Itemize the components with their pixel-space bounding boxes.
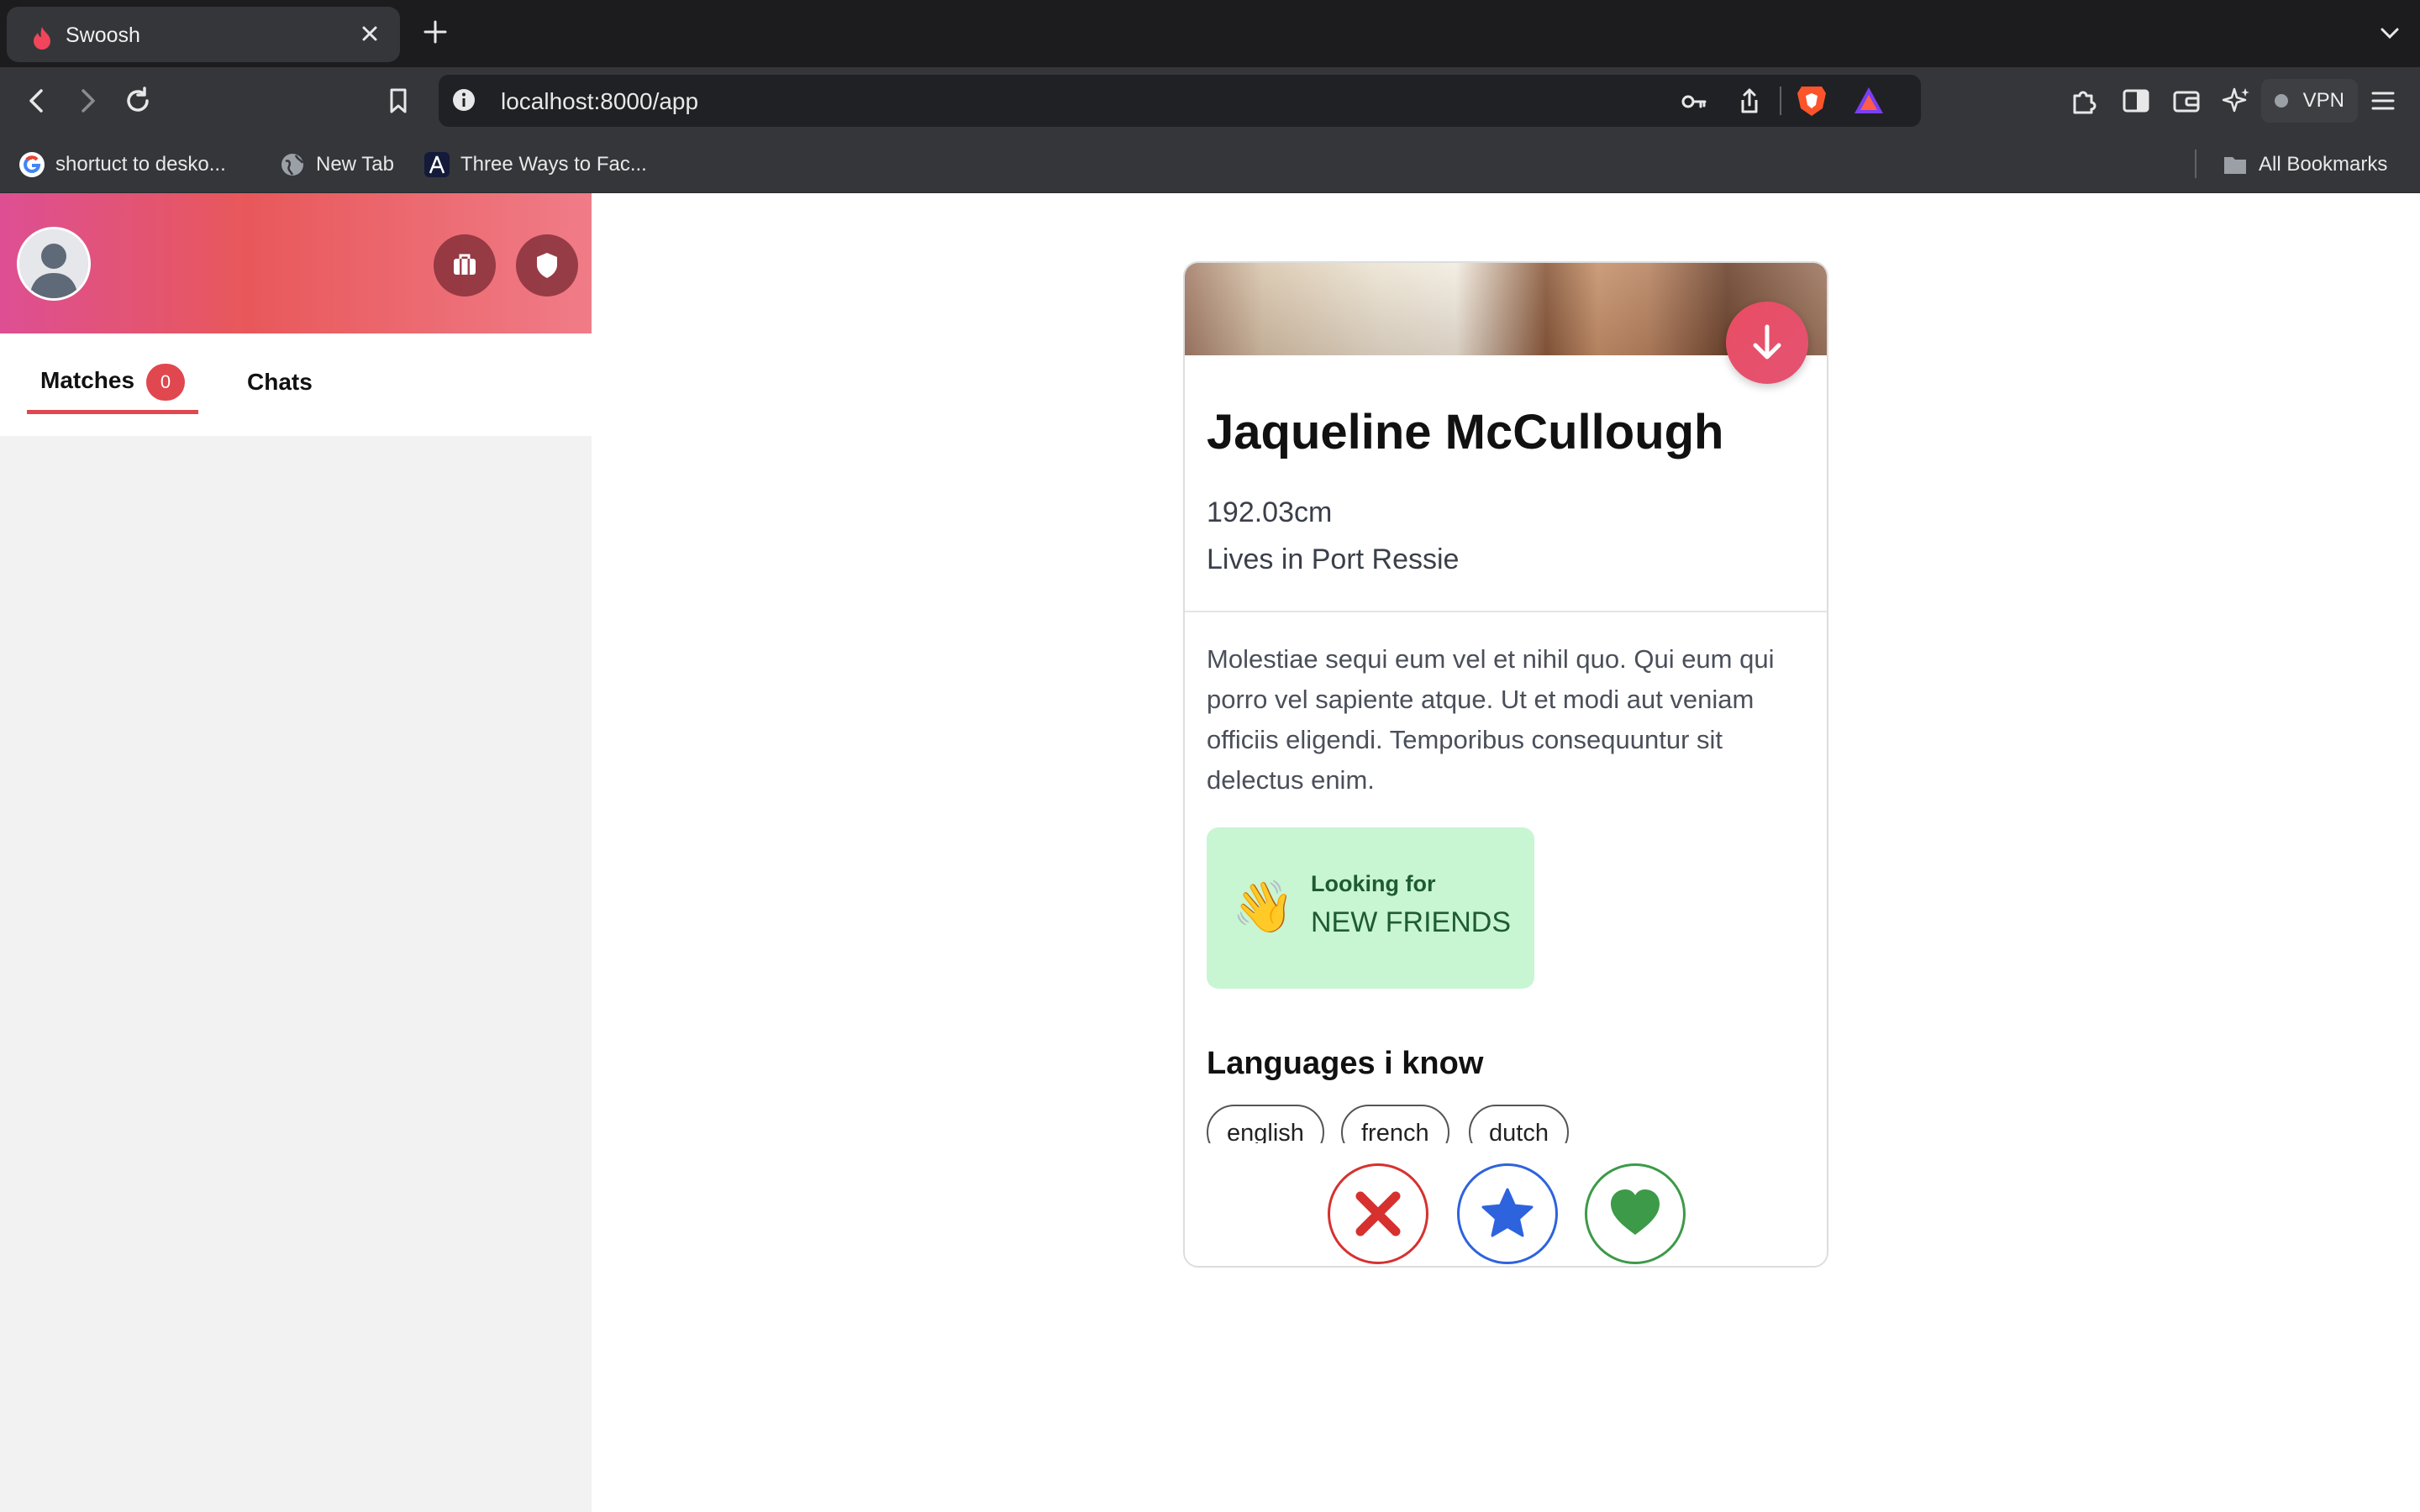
x-icon — [1355, 1191, 1401, 1236]
menu-icon[interactable] — [2366, 84, 2400, 118]
vpn-label: VPN — [2302, 89, 2344, 112]
address-bar[interactable]: localhost:8000/app — [439, 75, 1921, 127]
globe-icon — [281, 154, 304, 176]
bookmark-label: New Tab — [316, 153, 394, 176]
back-icon[interactable] — [20, 84, 54, 118]
bookmark-label: Three Ways to Fac... — [460, 153, 647, 176]
like-button[interactable] — [1585, 1163, 1686, 1264]
avatar[interactable] — [17, 227, 91, 301]
sidebar: Matches 0 Chats — [0, 193, 592, 1512]
divider — [1185, 611, 1827, 612]
new-tab-icon[interactable] — [420, 17, 450, 47]
bookmark-item[interactable]: Three Ways to Fac... — [424, 150, 647, 180]
browser-toolbar: localhost:8000/app VPN — [0, 67, 2420, 134]
swipe-actions — [1185, 1143, 1827, 1266]
all-bookmarks-label: All Bookmarks — [2259, 153, 2388, 176]
profile-name: Jaqueline McCullough — [1207, 405, 1724, 459]
sidebar-header — [0, 193, 592, 333]
safety-button[interactable] — [516, 234, 578, 297]
extensions-icon[interactable] — [2067, 84, 2101, 118]
dislike-button[interactable] — [1328, 1163, 1428, 1264]
share-icon[interactable] — [1734, 87, 1765, 117]
key-icon[interactable] — [1679, 87, 1709, 117]
profile-bio: Molestiae sequi eum vel et nihil quo. Qu… — [1207, 644, 1775, 795]
languages-title: Languages i know — [1207, 1046, 1484, 1081]
leo-ai-icon[interactable] — [2220, 84, 2254, 118]
tab-matches[interactable]: Matches 0 — [27, 364, 198, 414]
bookmarks-bar: shortuct to desko... New Tab Three Ways … — [0, 134, 2420, 193]
heart-icon — [1611, 1189, 1660, 1235]
profile-height: 192.03cm — [1207, 496, 1333, 528]
bookmark-label: shortuct to desko... — [55, 153, 226, 176]
matches-count-badge: 0 — [146, 364, 185, 401]
urlbar-divider — [1780, 87, 1781, 115]
google-icon — [19, 152, 45, 177]
tab-title: Swoosh — [66, 24, 140, 47]
flame-icon — [34, 27, 50, 50]
user-icon — [19, 229, 88, 298]
bookmarks-divider — [2195, 150, 2196, 178]
brave-shield-icon[interactable] — [1795, 83, 1828, 118]
folder-icon — [2224, 157, 2246, 174]
work-button[interactable] — [434, 234, 496, 297]
browser-tab-bar: Swoosh — [0, 0, 2420, 67]
angular-icon — [424, 152, 450, 177]
superlike-button[interactable] — [1457, 1163, 1558, 1264]
chevron-down-icon[interactable] — [2376, 20, 2403, 47]
all-bookmarks-button[interactable]: All Bookmarks — [2222, 150, 2387, 180]
vpn-status-dot — [2274, 94, 2288, 108]
url-text[interactable]: localhost:8000/app — [501, 88, 698, 115]
waving-hand-icon: 👋 — [1232, 878, 1295, 937]
bookmark-item[interactable]: New Tab — [279, 150, 394, 180]
reload-icon[interactable] — [121, 84, 155, 118]
star-icon — [1481, 1188, 1534, 1237]
forward-icon[interactable] — [71, 84, 104, 118]
expand-profile-button[interactable] — [1726, 302, 1808, 384]
profile-card: Jaqueline McCullough 192.03cm Lives in P… — [1183, 261, 1828, 1268]
close-icon[interactable] — [355, 18, 385, 49]
tab-chats-label: Chats — [247, 369, 313, 395]
profile-location: Lives in Port Ressie — [1207, 543, 1460, 575]
looking-for-value: NEW FRIENDS — [1311, 906, 1511, 938]
sidebar-tabs: Matches 0 Chats — [0, 333, 592, 436]
language-chip: dutch — [1469, 1105, 1569, 1143]
looking-for-box: 👋 Looking for NEW FRIENDS — [1207, 827, 1534, 989]
shield-icon — [537, 253, 557, 278]
briefcase-icon — [454, 254, 476, 275]
languages-list: english french dutch — [1207, 1105, 1812, 1143]
sidebar-toggle-icon[interactable] — [2119, 84, 2153, 118]
tab-chats[interactable]: Chats — [247, 364, 339, 414]
looking-for-label: Looking for — [1311, 871, 1436, 896]
tab-matches-label: Matches — [40, 367, 135, 393]
browser-tab[interactable]: Swoosh — [7, 7, 400, 62]
language-chip: french — [1341, 1105, 1449, 1143]
language-chip: english — [1207, 1105, 1324, 1143]
info-icon[interactable] — [450, 87, 477, 113]
bookmark-icon[interactable] — [381, 84, 415, 118]
brave-rewards-icon[interactable] — [1852, 85, 1886, 117]
bookmark-item[interactable]: shortuct to desko... — [18, 150, 226, 180]
vpn-button[interactable]: VPN — [2260, 79, 2358, 123]
wallet-icon[interactable] — [2170, 84, 2203, 118]
arrow-down-icon — [1753, 324, 1781, 360]
